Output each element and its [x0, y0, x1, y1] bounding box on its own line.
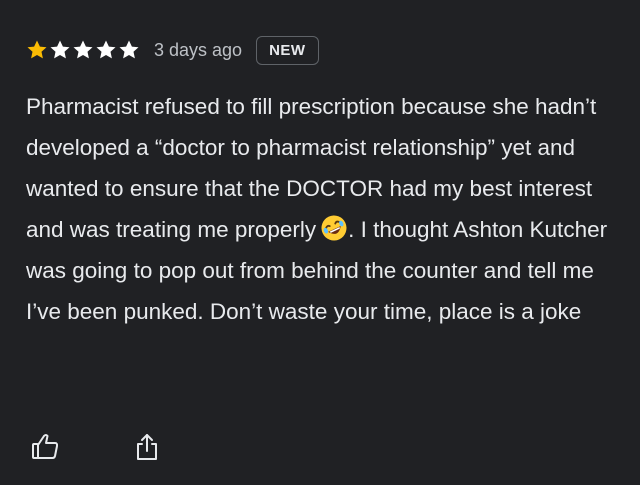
review-time: 3 days ago	[154, 39, 243, 60]
review-card: 3 days ago NEW Pharmacist refused to fil…	[26, 34, 616, 332]
star-empty-icon	[72, 39, 94, 61]
star-empty-icon	[118, 39, 140, 61]
new-badge: NEW	[256, 35, 319, 65]
review-meta: 3 days ago NEW	[26, 34, 616, 66]
star-rating	[26, 39, 140, 61]
thumbs-up-icon[interactable]	[30, 432, 60, 462]
rolling-on-floor-laughing-emoji	[320, 214, 348, 242]
review-text: Pharmacist refused to fill prescription …	[26, 86, 616, 332]
star-empty-icon	[49, 39, 71, 61]
share-icon[interactable]	[132, 432, 162, 462]
star-empty-icon	[95, 39, 117, 61]
star-filled-icon	[26, 39, 48, 61]
review-actions	[30, 432, 162, 462]
